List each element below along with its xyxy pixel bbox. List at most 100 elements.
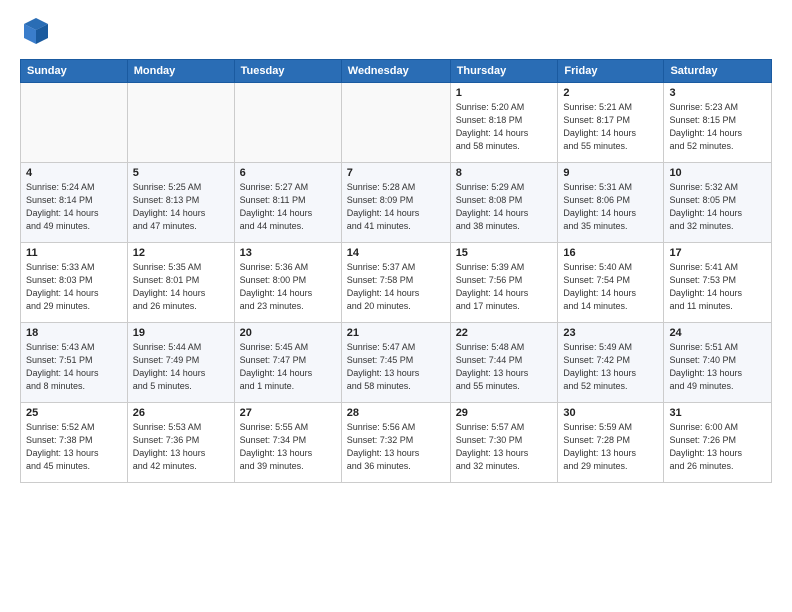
weekday-header: Saturday bbox=[664, 60, 772, 83]
day-info: Sunrise: 5:56 AM Sunset: 7:32 PM Dayligh… bbox=[347, 421, 445, 473]
day-number: 28 bbox=[347, 407, 445, 419]
day-info: Sunrise: 5:20 AM Sunset: 8:18 PM Dayligh… bbox=[456, 101, 553, 153]
logo bbox=[20, 16, 50, 49]
calendar-cell bbox=[234, 83, 341, 163]
calendar-cell: 5 Sunrise: 5:25 AM Sunset: 8:13 PM Daylig… bbox=[127, 163, 234, 243]
calendar-week-row: 25 Sunrise: 5:52 AM Sunset: 7:38 PM Dayli… bbox=[21, 403, 772, 483]
day-number: 3 bbox=[669, 87, 766, 99]
day-number: 31 bbox=[669, 407, 766, 419]
calendar-cell: 28 Sunrise: 5:56 AM Sunset: 7:32 PM Dayli… bbox=[341, 403, 450, 483]
day-number: 10 bbox=[669, 167, 766, 179]
day-info: Sunrise: 5:48 AM Sunset: 7:44 PM Dayligh… bbox=[456, 341, 553, 393]
day-number: 30 bbox=[563, 407, 658, 419]
calendar-cell: 23 Sunrise: 5:49 AM Sunset: 7:42 PM Dayli… bbox=[558, 323, 664, 403]
day-number: 14 bbox=[347, 247, 445, 259]
calendar-table: SundayMondayTuesdayWednesdayThursdayFrid… bbox=[20, 59, 772, 483]
calendar-cell: 8 Sunrise: 5:29 AM Sunset: 8:08 PM Daylig… bbox=[450, 163, 558, 243]
day-info: Sunrise: 5:55 AM Sunset: 7:34 PM Dayligh… bbox=[240, 421, 336, 473]
calendar-week-row: 11 Sunrise: 5:33 AM Sunset: 8:03 PM Dayli… bbox=[21, 243, 772, 323]
calendar-cell bbox=[341, 83, 450, 163]
calendar-cell: 29 Sunrise: 5:57 AM Sunset: 7:30 PM Dayli… bbox=[450, 403, 558, 483]
calendar-week-row: 18 Sunrise: 5:43 AM Sunset: 7:51 PM Dayli… bbox=[21, 323, 772, 403]
day-number: 24 bbox=[669, 327, 766, 339]
calendar-cell: 1 Sunrise: 5:20 AM Sunset: 8:18 PM Daylig… bbox=[450, 83, 558, 163]
calendar-week-row: 1 Sunrise: 5:20 AM Sunset: 8:18 PM Daylig… bbox=[21, 83, 772, 163]
calendar-cell: 26Sunrise: 5:53 AM Sunset: 7:36 PM Dayli… bbox=[127, 403, 234, 483]
day-info: Sunrise: 5:33 AM Sunset: 8:03 PM Dayligh… bbox=[26, 261, 122, 313]
day-info: Sunrise: 5:24 AM Sunset: 8:14 PM Dayligh… bbox=[26, 181, 122, 233]
day-number: 17 bbox=[669, 247, 766, 259]
day-number: 16 bbox=[563, 247, 658, 259]
calendar-cell: 27Sunrise: 5:55 AM Sunset: 7:34 PM Dayli… bbox=[234, 403, 341, 483]
calendar-week-row: 4 Sunrise: 5:24 AM Sunset: 8:14 PM Daylig… bbox=[21, 163, 772, 243]
calendar-cell: 12Sunrise: 5:35 AM Sunset: 8:01 PM Dayli… bbox=[127, 243, 234, 323]
calendar-cell: 3 Sunrise: 5:23 AM Sunset: 8:15 PM Daylig… bbox=[664, 83, 772, 163]
day-number: 29 bbox=[456, 407, 553, 419]
calendar-cell: 31 Sunrise: 6:00 AM Sunset: 7:26 PM Dayli… bbox=[664, 403, 772, 483]
day-info: Sunrise: 5:45 AM Sunset: 7:47 PM Dayligh… bbox=[240, 341, 336, 393]
calendar-cell: 15 Sunrise: 5:39 AM Sunset: 7:56 PM Dayli… bbox=[450, 243, 558, 323]
day-number: 2 bbox=[563, 87, 658, 99]
day-info: Sunrise: 5:36 AM Sunset: 8:00 PM Dayligh… bbox=[240, 261, 336, 313]
day-info: Sunrise: 5:41 AM Sunset: 7:53 PM Dayligh… bbox=[669, 261, 766, 313]
day-info: Sunrise: 5:52 AM Sunset: 7:38 PM Dayligh… bbox=[26, 421, 122, 473]
day-info: Sunrise: 5:28 AM Sunset: 8:09 PM Dayligh… bbox=[347, 181, 445, 233]
calendar-cell: 25 Sunrise: 5:52 AM Sunset: 7:38 PM Dayli… bbox=[21, 403, 128, 483]
day-number: 8 bbox=[456, 167, 553, 179]
weekday-header: Sunday bbox=[21, 60, 128, 83]
day-info: Sunrise: 5:57 AM Sunset: 7:30 PM Dayligh… bbox=[456, 421, 553, 473]
day-number: 20 bbox=[240, 327, 336, 339]
day-info: Sunrise: 5:23 AM Sunset: 8:15 PM Dayligh… bbox=[669, 101, 766, 153]
day-number: 5 bbox=[133, 167, 229, 179]
day-number: 23 bbox=[563, 327, 658, 339]
calendar-cell: 7 Sunrise: 5:28 AM Sunset: 8:09 PM Daylig… bbox=[341, 163, 450, 243]
calendar-cell bbox=[21, 83, 128, 163]
day-info: Sunrise: 5:59 AM Sunset: 7:28 PM Dayligh… bbox=[563, 421, 658, 473]
day-info: Sunrise: 5:47 AM Sunset: 7:45 PM Dayligh… bbox=[347, 341, 445, 393]
day-info: Sunrise: 5:39 AM Sunset: 7:56 PM Dayligh… bbox=[456, 261, 553, 313]
weekday-header: Friday bbox=[558, 60, 664, 83]
day-number: 7 bbox=[347, 167, 445, 179]
calendar-header-row: SundayMondayTuesdayWednesdayThursdayFrid… bbox=[21, 60, 772, 83]
calendar-cell: 17 Sunrise: 5:41 AM Sunset: 7:53 PM Dayli… bbox=[664, 243, 772, 323]
day-info: Sunrise: 5:49 AM Sunset: 7:42 PM Dayligh… bbox=[563, 341, 658, 393]
day-info: Sunrise: 5:32 AM Sunset: 8:05 PM Dayligh… bbox=[669, 181, 766, 233]
day-info: Sunrise: 5:25 AM Sunset: 8:13 PM Dayligh… bbox=[133, 181, 229, 233]
day-number: 19 bbox=[133, 327, 229, 339]
calendar-cell: 10 Sunrise: 5:32 AM Sunset: 8:05 PM Dayli… bbox=[664, 163, 772, 243]
day-number: 11 bbox=[26, 247, 122, 259]
day-number: 21 bbox=[347, 327, 445, 339]
calendar-cell: 14 Sunrise: 5:37 AM Sunset: 7:58 PM Dayli… bbox=[341, 243, 450, 323]
day-info: Sunrise: 5:51 AM Sunset: 7:40 PM Dayligh… bbox=[669, 341, 766, 393]
day-info: Sunrise: 5:31 AM Sunset: 8:06 PM Dayligh… bbox=[563, 181, 658, 233]
day-info: Sunrise: 5:53 AM Sunset: 7:36 PM Dayligh… bbox=[133, 421, 229, 473]
day-info: Sunrise: 5:43 AM Sunset: 7:51 PM Dayligh… bbox=[26, 341, 122, 393]
calendar-cell: 16 Sunrise: 5:40 AM Sunset: 7:54 PM Dayli… bbox=[558, 243, 664, 323]
calendar-cell bbox=[127, 83, 234, 163]
day-info: Sunrise: 5:21 AM Sunset: 8:17 PM Dayligh… bbox=[563, 101, 658, 153]
day-number: 4 bbox=[26, 167, 122, 179]
day-number: 9 bbox=[563, 167, 658, 179]
day-number: 15 bbox=[456, 247, 553, 259]
logo-icon bbox=[22, 16, 50, 44]
calendar-cell: 2 Sunrise: 5:21 AM Sunset: 8:17 PM Daylig… bbox=[558, 83, 664, 163]
day-number: 25 bbox=[26, 407, 122, 419]
day-info: Sunrise: 5:37 AM Sunset: 7:58 PM Dayligh… bbox=[347, 261, 445, 313]
calendar-cell: 19Sunrise: 5:44 AM Sunset: 7:49 PM Dayli… bbox=[127, 323, 234, 403]
day-number: 6 bbox=[240, 167, 336, 179]
day-number: 12 bbox=[133, 247, 229, 259]
day-info: Sunrise: 5:40 AM Sunset: 7:54 PM Dayligh… bbox=[563, 261, 658, 313]
day-info: Sunrise: 5:29 AM Sunset: 8:08 PM Dayligh… bbox=[456, 181, 553, 233]
calendar-cell: 6Sunrise: 5:27 AM Sunset: 8:11 PM Daylig… bbox=[234, 163, 341, 243]
day-number: 1 bbox=[456, 87, 553, 99]
calendar-cell: 21 Sunrise: 5:47 AM Sunset: 7:45 PM Dayli… bbox=[341, 323, 450, 403]
weekday-header: Thursday bbox=[450, 60, 558, 83]
day-number: 18 bbox=[26, 327, 122, 339]
calendar-cell: 18 Sunrise: 5:43 AM Sunset: 7:51 PM Dayli… bbox=[21, 323, 128, 403]
day-number: 13 bbox=[240, 247, 336, 259]
day-info: Sunrise: 6:00 AM Sunset: 7:26 PM Dayligh… bbox=[669, 421, 766, 473]
weekday-header: Tuesday bbox=[234, 60, 341, 83]
weekday-header: Monday bbox=[127, 60, 234, 83]
calendar-cell: 9 Sunrise: 5:31 AM Sunset: 8:06 PM Daylig… bbox=[558, 163, 664, 243]
page-header bbox=[20, 16, 772, 49]
